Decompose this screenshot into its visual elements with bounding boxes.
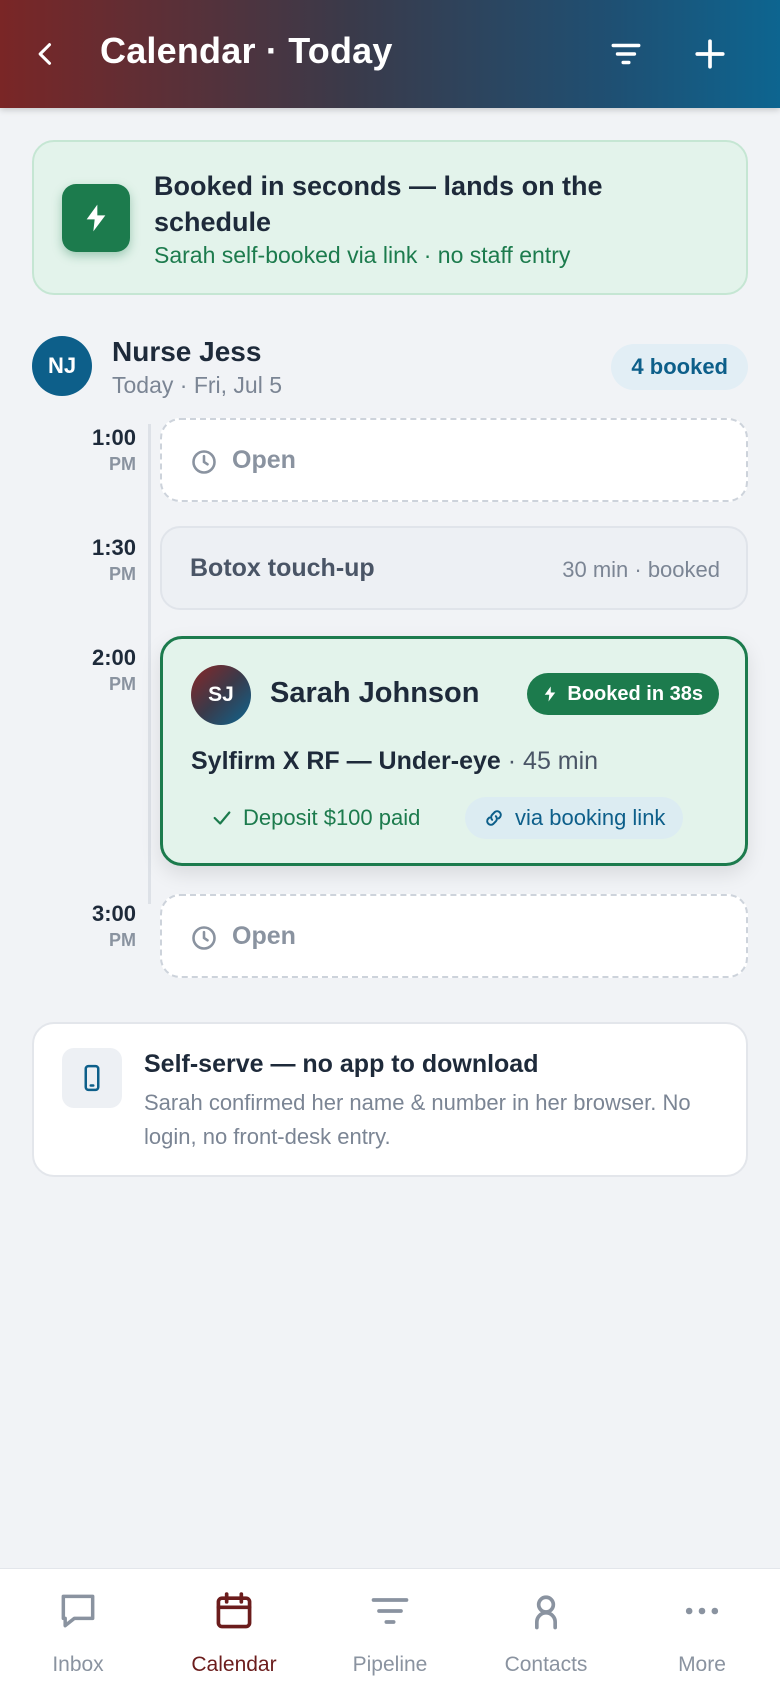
open-slot-label: Open [232,922,296,950]
patient-avatar: SJ [191,665,251,725]
back-button[interactable] [22,30,70,78]
bolt-badge [62,184,130,252]
tab-label: Pipeline [352,1653,428,1676]
phone-icon [84,1064,100,1092]
tab-calendar[interactable]: Calendar [156,1569,312,1688]
provider-avatar: NJ [32,336,92,396]
clock-icon [192,926,216,950]
bottom-tab-bar: Inbox Calendar Pipeline Contacts More [0,1568,780,1688]
booked-slot-service: Botox touch-up [190,554,375,582]
booked-banner: Booked in seconds — lands on the schedul… [32,140,748,295]
self-serve-info-card: Self-serve — no app to download Sarah co… [32,1022,748,1177]
provider-date: Today · Fri, Jul 5 [112,372,282,398]
tab-more[interactable]: More [624,1569,780,1688]
time-label: 1:30 PM [60,534,136,586]
time-label: 2:00 PM [60,644,136,696]
tab-pipeline[interactable]: Pipeline [312,1569,468,1688]
time-period: PM [109,454,136,474]
deposit-status: Deposit $100 paid [211,805,420,831]
booking-source-label: via booking link [515,805,666,830]
time-hour: 1:30 [91,535,136,560]
add-button[interactable] [686,30,734,78]
calendar-icon [216,1592,252,1629]
time-hour: 1:00 [91,425,136,450]
chat-icon [61,1594,95,1628]
provider-name: Nurse Jess [112,336,262,367]
pipeline-icon [371,1598,409,1624]
time-period: PM [109,564,136,584]
bolt-icon [545,686,556,702]
app-header: Calendar · Today [0,0,780,108]
info-body: Sarah confirmed her name & number in her… [144,1090,691,1149]
person-icon [535,1595,557,1630]
tab-label: More [678,1653,726,1676]
booked-time-label: Booked in 38s [567,682,703,705]
clock-icon [192,450,216,474]
time-label: 3:00 PM [60,900,136,952]
tab-inbox[interactable]: Inbox [0,1569,156,1688]
time-period: PM [109,674,136,694]
banner-subtitle: Sarah self-booked via link · no staff en… [154,242,571,268]
booked-slot-botox[interactable]: Botox touch-up 30 min · booked [160,526,748,610]
timeline-line [148,424,151,904]
appointment-card[interactable]: SJ Sarah Johnson Booked in 38s Sylfirm X… [160,636,748,866]
appointment-service: Sylfirm X RF — Under-eye · 45 min [191,747,598,776]
tab-contacts[interactable]: Contacts [468,1569,624,1688]
time-label: 1:00 PM [60,424,136,476]
banner-title: Booked in seconds — lands on the schedul… [154,171,603,237]
service-duration: · 45 min [507,747,599,775]
tab-label: Inbox [52,1653,104,1676]
filter-icon [611,43,641,65]
chevron-left-icon [38,43,52,65]
phone-badge [62,1048,122,1108]
info-title: Self-serve — no app to download [144,1050,539,1078]
tab-label: Contacts [504,1653,588,1676]
filter-button[interactable] [602,30,650,78]
booked-count-badge: 4 booked [611,344,748,390]
time-period: PM [109,930,136,950]
deposit-label: Deposit $100 paid [243,805,421,830]
tab-label: Calendar [191,1653,277,1676]
open-slot-label: Open [232,446,296,474]
more-icon [685,1607,719,1615]
open-slot-3pm[interactable]: Open [160,894,748,978]
time-hour: 3:00 [91,901,136,926]
provider-header: NJ Nurse Jess Today · Fri, Jul 5 4 booke… [32,336,748,400]
patient-name: Sarah Johnson [270,677,480,709]
time-hour: 2:00 [91,645,136,670]
bolt-icon [86,204,106,232]
link-icon [486,810,502,826]
service-name: Sylfirm X RF — Under-eye [191,747,501,775]
open-slot-1pm[interactable]: Open [160,418,748,502]
booked-slot-meta: 30 min · booked [562,557,720,582]
booking-source-chip[interactable]: via booking link [465,797,684,839]
page-title: Calendar · Today [100,30,393,71]
check-icon [213,811,231,825]
booked-time-badge: Booked in 38s [527,673,719,715]
plus-icon [695,39,725,69]
